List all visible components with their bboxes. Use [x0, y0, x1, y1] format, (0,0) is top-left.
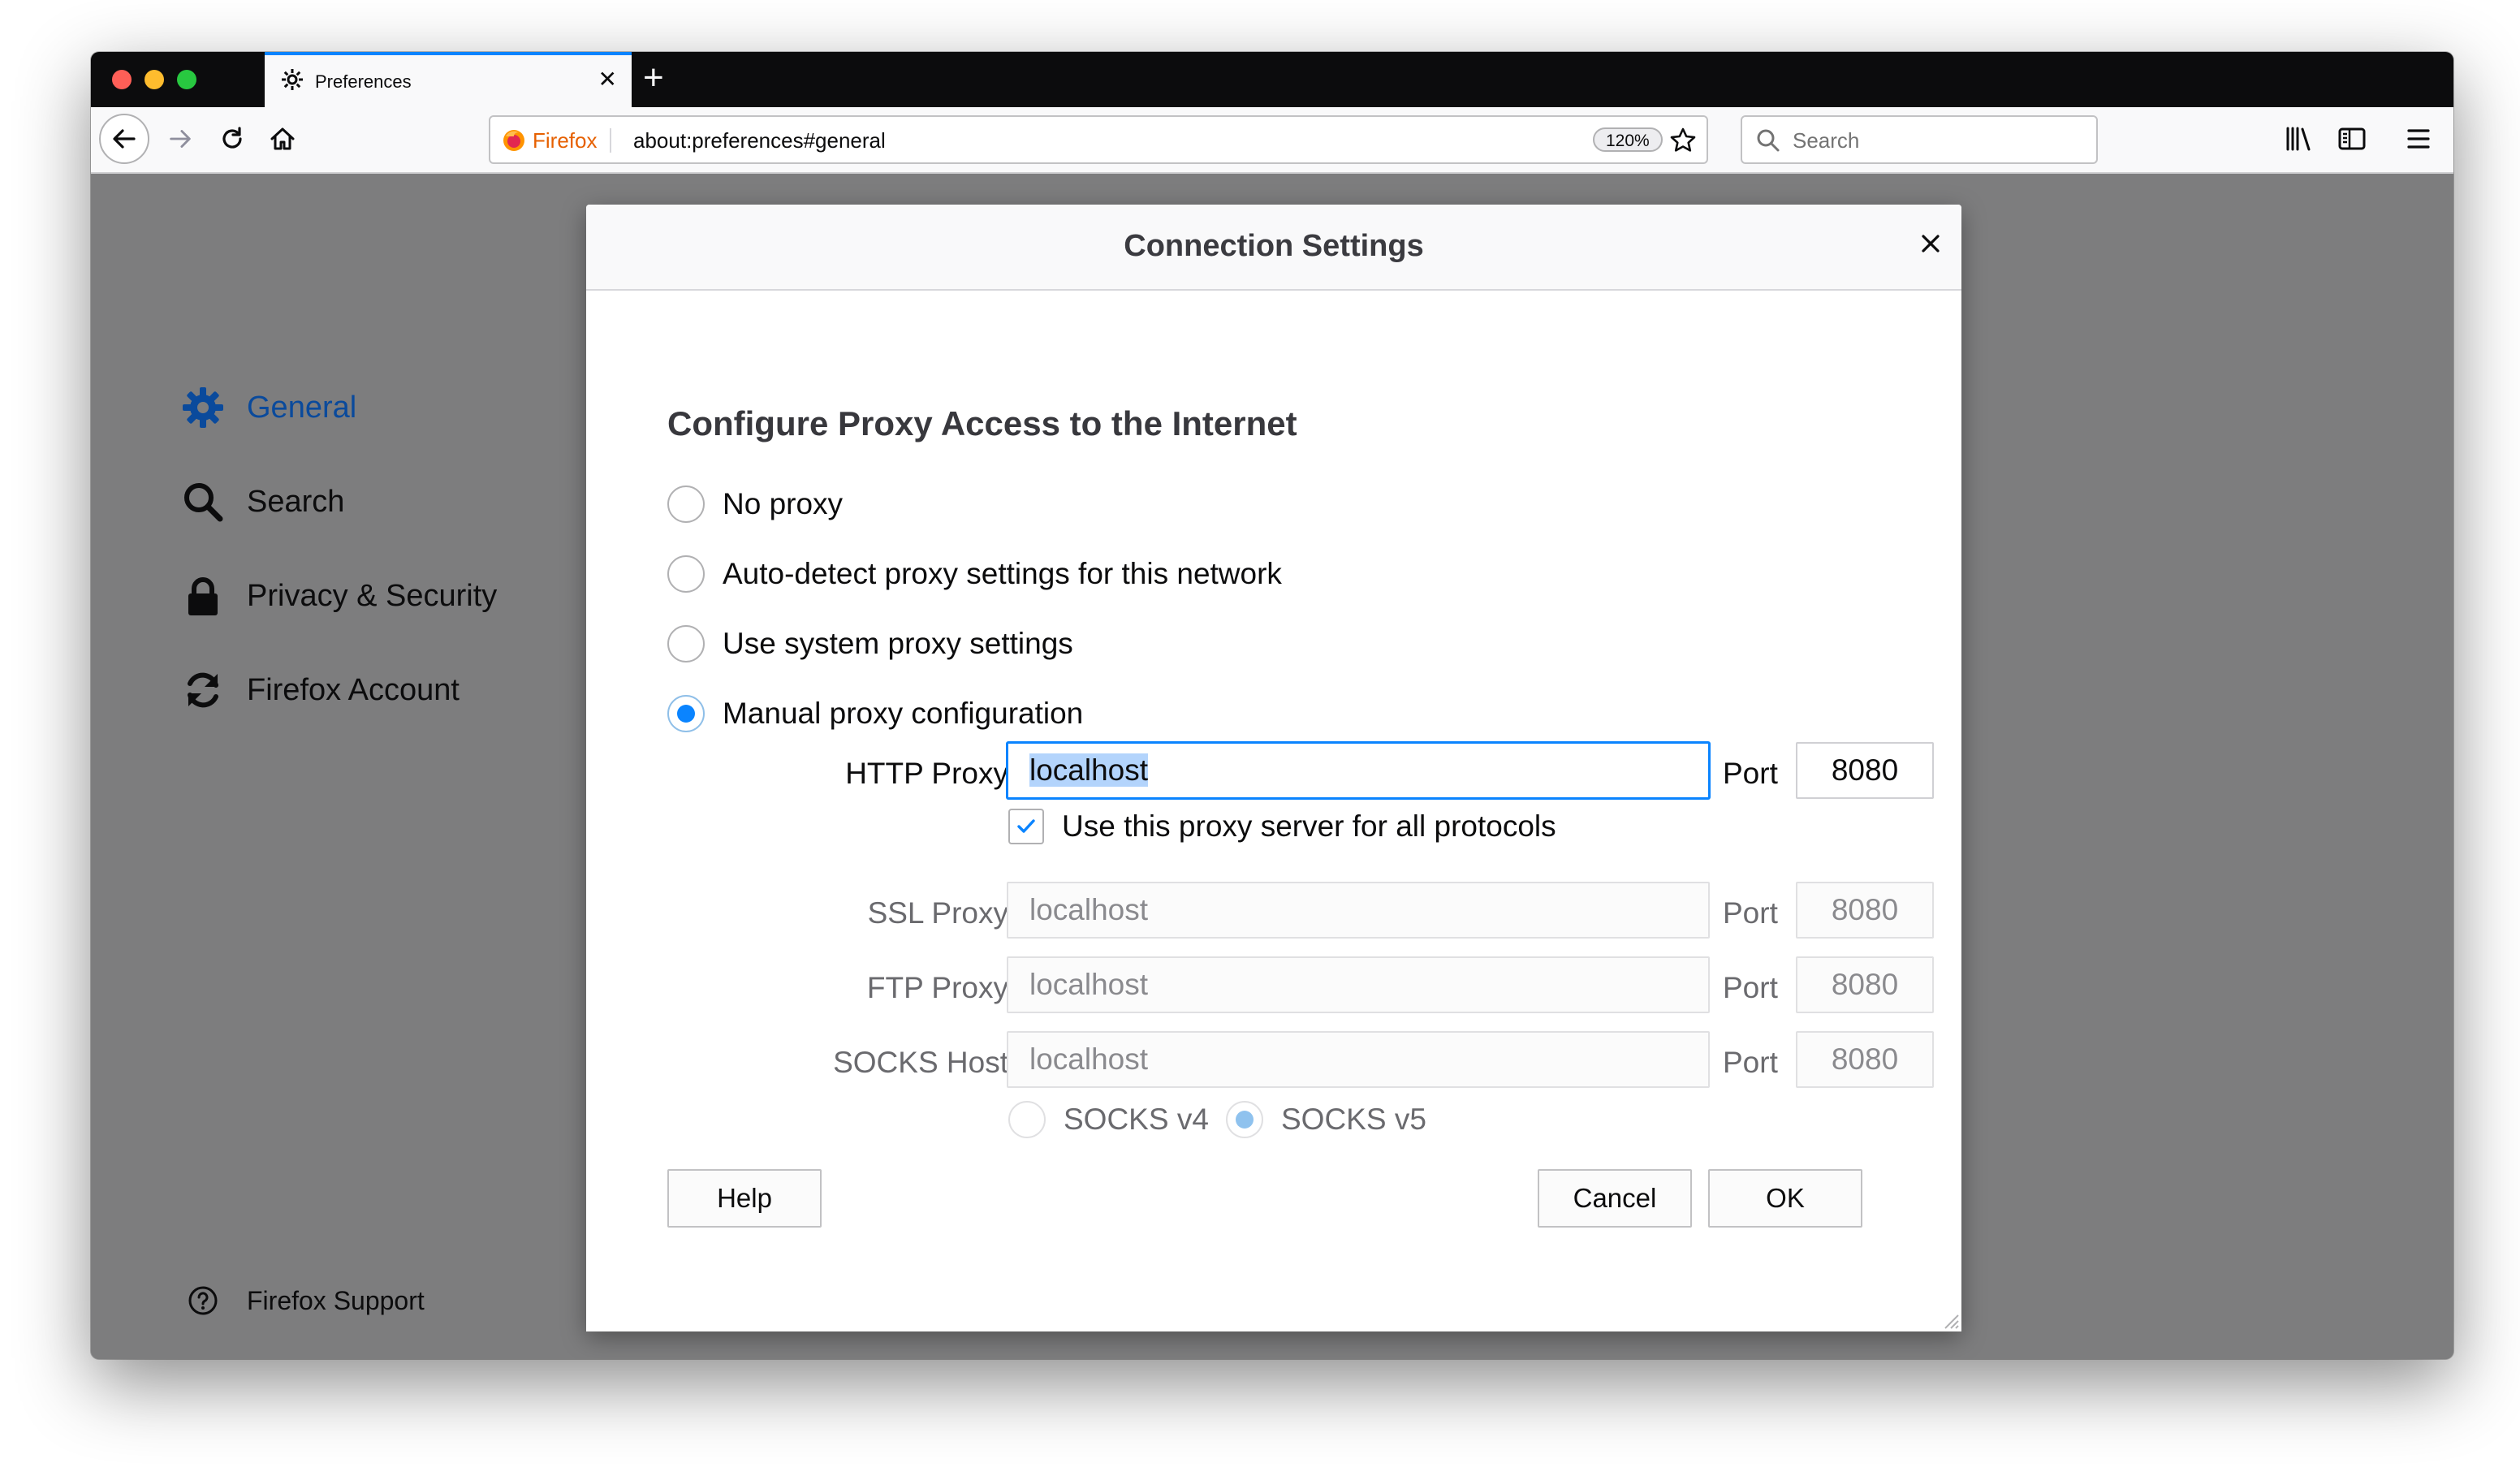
ssl-proxy-input[interactable]: localhost	[1007, 882, 1710, 939]
sidebar-item-search[interactable]: Search	[180, 477, 344, 526]
checkmark-icon	[1017, 819, 1035, 833]
home-button[interactable]	[260, 116, 305, 162]
radio-button-selected[interactable]	[667, 695, 705, 732]
arrow-left-icon	[113, 129, 136, 149]
radio-manual-proxy[interactable]: Manual proxy configuration	[667, 693, 1083, 734]
radio-no-proxy[interactable]: No proxy	[667, 484, 843, 524]
gear-icon	[180, 385, 226, 430]
radio-button[interactable]	[1008, 1101, 1046, 1138]
http-proxy-input[interactable]: localhost	[1007, 742, 1710, 799]
ssl-port-label: Port	[1723, 896, 1778, 930]
firefox-logo-icon	[503, 130, 524, 151]
socks-host-input[interactable]: localhost	[1007, 1031, 1710, 1088]
search-placeholder: Search	[1793, 128, 1860, 153]
window-maximize-button[interactable]	[177, 70, 196, 89]
radio-label: No proxy	[723, 487, 844, 520]
ftp-port-label: Port	[1723, 971, 1778, 1004]
firefox-support-link[interactable]: Firefox Support	[180, 1276, 425, 1325]
sidebar-item-label: General	[247, 390, 357, 425]
tab-close-icon[interactable]: ✕	[598, 68, 617, 91]
http-proxy-label: HTTP Proxy	[845, 757, 1008, 790]
socks-port-input[interactable]: 8080	[1796, 1031, 1934, 1088]
reload-icon	[222, 127, 242, 149]
ok-button[interactable]: OK	[1708, 1169, 1862, 1228]
close-icon[interactable]	[1914, 227, 1947, 260]
share-proxy-checkbox[interactable]	[1008, 809, 1044, 844]
window-minimize-button[interactable]	[145, 70, 164, 89]
connection-settings-dialog: Connection Settings Configure Proxy Acce…	[586, 205, 1961, 1331]
gear-icon	[282, 69, 303, 90]
forward-button[interactable]	[158, 116, 203, 162]
socks-host-label: SOCKS Host	[833, 1046, 1008, 1079]
sidebar-item-label: Search	[247, 484, 345, 519]
url-text[interactable]: about:preferences#general	[633, 128, 886, 153]
radio-label: SOCKS v5	[1281, 1103, 1426, 1136]
sidebar-item-label: Privacy & Security	[247, 578, 498, 613]
library-icon[interactable]	[2283, 123, 2314, 154]
url-bar[interactable]: Firefox about:preferences#general 120%	[489, 115, 1708, 164]
arrow-right-icon	[170, 130, 191, 148]
sidebar-toggle-icon[interactable]	[2337, 123, 2367, 154]
radio-socks-v4[interactable]: SOCKS v4	[1008, 1099, 1209, 1140]
http-port-label: Port	[1723, 757, 1778, 790]
help-button[interactable]: Help	[667, 1169, 822, 1228]
reload-button[interactable]	[209, 116, 255, 162]
support-label: Firefox Support	[247, 1285, 425, 1315]
back-button[interactable]	[99, 114, 149, 164]
bookmark-star-icon[interactable]	[1669, 127, 1697, 154]
radio-label: Auto-detect proxy settings for this netw…	[723, 557, 1282, 590]
ftp-proxy-label: FTP Proxy	[866, 971, 1008, 1004]
dialog-header: Connection Settings	[586, 205, 1961, 291]
ftp-proxy-input[interactable]: localhost	[1007, 956, 1710, 1013]
sidebar-item-firefox-account[interactable]: Firefox Account	[180, 666, 460, 714]
dialog-body: Configure Proxy Access to the Internet N…	[586, 291, 1961, 1331]
radio-system-proxy[interactable]: Use system proxy settings	[667, 624, 1073, 664]
home-icon	[270, 127, 295, 150]
socks-port-label: Port	[1723, 1046, 1778, 1079]
window-close-button[interactable]	[112, 70, 132, 89]
dialog-title: Connection Settings	[1124, 229, 1424, 263]
radio-label: SOCKS v4	[1064, 1103, 1209, 1136]
section-title: Configure Proxy Access to the Internet	[667, 404, 1297, 442]
share-proxy-checkbox-row[interactable]: Use this proxy server for all protocols	[1008, 809, 1556, 844]
identity-label: Firefox	[533, 127, 598, 153]
radio-button[interactable]	[667, 486, 705, 523]
sidebar-item-privacy[interactable]: Privacy & Security	[180, 572, 497, 620]
radio-auto-detect[interactable]: Auto-detect proxy settings for this netw…	[667, 554, 1282, 594]
new-tab-button[interactable]: +	[643, 60, 664, 96]
resize-grip-icon[interactable]	[1940, 1310, 1960, 1330]
radio-label: Manual proxy configuration	[723, 697, 1084, 730]
tab-preferences[interactable]: Preferences ✕	[265, 52, 632, 107]
browser-window: Preferences ✕ + Firefox about:preference…	[91, 52, 2453, 1359]
sidebar-item-general[interactable]: General	[180, 383, 356, 432]
http-port-input[interactable]: 8080	[1796, 742, 1934, 799]
sync-icon	[180, 667, 226, 713]
search-icon	[1757, 129, 1780, 152]
navigation-toolbar: Firefox about:preferences#general 120% S…	[91, 107, 2453, 174]
lock-icon	[180, 573, 226, 619]
http-proxy-value: localhost	[1029, 753, 1149, 787]
tab-bar: Preferences ✕ +	[91, 52, 2453, 107]
help-circle-icon	[180, 1278, 226, 1323]
ssl-proxy-label: SSL Proxy	[867, 896, 1008, 930]
sidebar-item-label: Firefox Account	[247, 672, 460, 707]
radio-button[interactable]	[667, 625, 705, 662]
zoom-badge[interactable]: 120%	[1593, 127, 1663, 152]
checkbox-label: Use this proxy server for all protocols	[1062, 809, 1556, 843]
search-bar[interactable]: Search	[1741, 115, 2098, 164]
hamburger-menu-icon[interactable]	[2403, 123, 2434, 154]
ssl-port-input[interactable]: 8080	[1796, 882, 1934, 939]
cancel-button[interactable]: Cancel	[1538, 1169, 1692, 1228]
radio-button-selected[interactable]	[1226, 1101, 1263, 1138]
identity-box[interactable]: Firefox	[502, 127, 612, 153]
search-icon	[180, 479, 226, 524]
radio-label: Use system proxy settings	[723, 627, 1073, 660]
radio-button[interactable]	[667, 555, 705, 593]
radio-socks-v5[interactable]: SOCKS v5	[1226, 1099, 1426, 1140]
tab-title: Preferences	[315, 71, 412, 92]
ftp-port-input[interactable]: 8080	[1796, 956, 1934, 1013]
